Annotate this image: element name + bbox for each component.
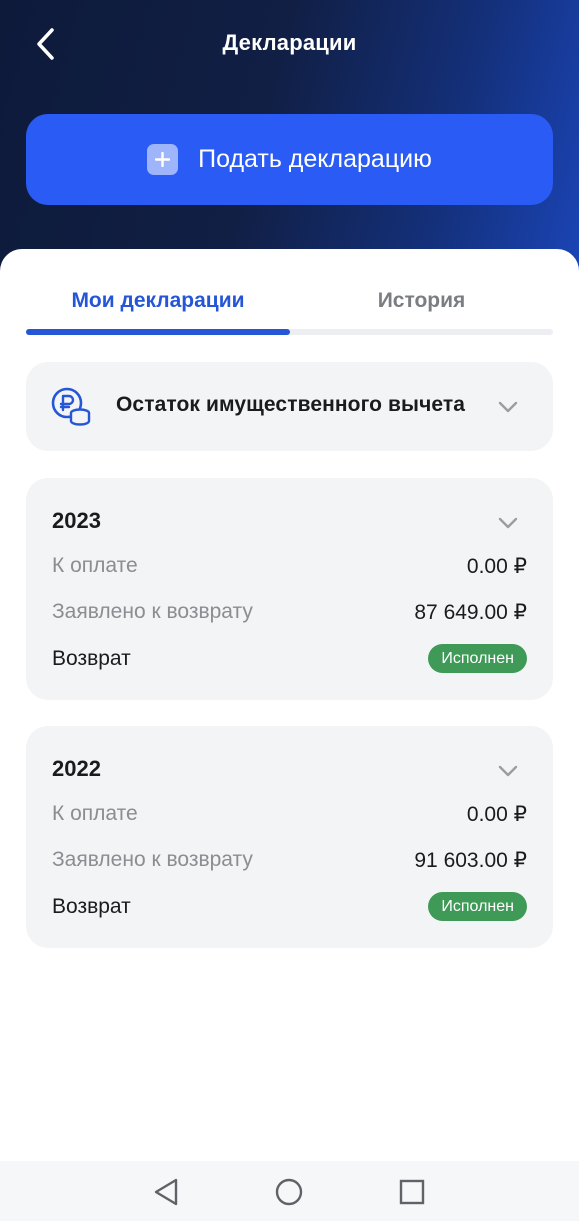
refund-claimed-value: 91 603.00 ₽	[414, 849, 527, 872]
nav-back-button[interactable]	[149, 1175, 183, 1209]
to-pay-value: 0.00 ₽	[466, 555, 527, 578]
declaration-card-2022[interactable]: 2022 К оплате 0.00 ₽ Заявлено к возврату…	[26, 726, 553, 948]
to-pay-value: 0.00 ₽	[466, 803, 527, 826]
content-sheet: Мои декларации История Остаток имуществе…	[0, 249, 579, 1161]
header: Декларации Подать декларацию	[0, 0, 579, 290]
refund-label: Возврат	[52, 895, 131, 918]
refund-claimed-label: Заявлено к возврату	[52, 848, 253, 871]
ruble-coins-icon	[51, 387, 91, 426]
declaration-year: 2023	[52, 508, 101, 533]
refund-claimed-value: 87 649.00 ₽	[414, 601, 527, 624]
tab-bar: Мои декларации История	[26, 249, 553, 337]
submit-declaration-label: Подать декларацию	[198, 145, 432, 173]
declaration-year: 2022	[52, 756, 101, 781]
to-pay-label: К оплате	[52, 554, 138, 577]
to-pay-label: К оплате	[52, 802, 138, 825]
submit-declaration-button[interactable]: Подать декларацию	[26, 114, 553, 205]
chevron-down-icon	[498, 401, 518, 413]
chevron-down-icon	[498, 765, 518, 777]
status-badge: Исполнен	[428, 644, 527, 673]
nav-recent-button[interactable]	[395, 1175, 429, 1209]
triangle-back-icon	[154, 1178, 178, 1206]
tab-active-indicator	[26, 329, 290, 335]
page-title: Декларации	[222, 30, 357, 55]
system-nav-bar	[0, 1161, 579, 1221]
plus-icon	[147, 144, 179, 175]
nav-home-button[interactable]	[272, 1175, 306, 1209]
circle-home-icon	[275, 1178, 303, 1206]
chevron-down-icon	[498, 517, 518, 529]
refund-label: Возврат	[52, 647, 131, 670]
property-deduction-card[interactable]: Остаток имущественного вычета	[26, 362, 553, 451]
status-badge: Исполнен	[428, 892, 527, 921]
refund-claimed-label: Заявлено к возврату	[52, 600, 253, 623]
tab-history[interactable]: История	[290, 289, 553, 319]
property-deduction-label: Остаток имущественного вычета	[116, 393, 466, 416]
square-recent-icon	[399, 1179, 425, 1205]
tab-my-declarations[interactable]: Мои декларации	[26, 289, 290, 319]
screen: Декларации Подать декларацию Мои деклара…	[0, 0, 579, 1221]
declaration-card-2023[interactable]: 2023 К оплате 0.00 ₽ Заявлено к возврату…	[26, 478, 553, 700]
